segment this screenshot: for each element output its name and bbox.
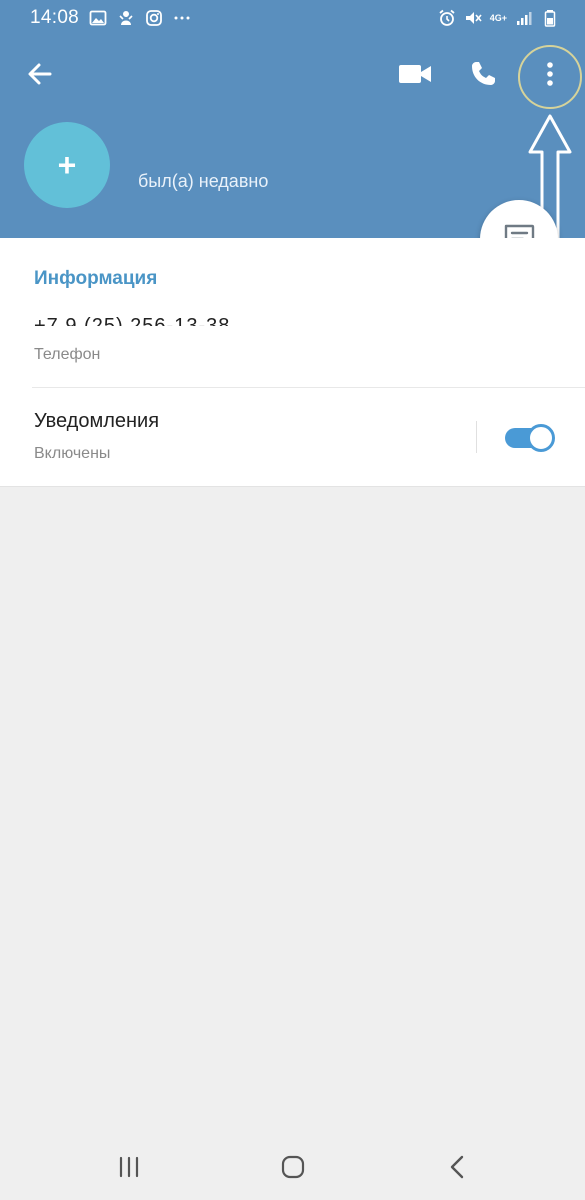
phone-number[interactable]: +7 9 (25) 256-13-38 [34,312,230,326]
status-time: 14:08 [30,7,80,28]
back-button[interactable] [16,50,64,98]
back-arrow-icon [28,63,52,85]
notifications-status: Включены [34,445,111,462]
phone-icon [472,62,495,85]
notification-icon [119,11,133,25]
more-options-button[interactable] [526,50,574,98]
gallery-icon [89,10,107,26]
instagram-icon [146,10,162,26]
notifications-title[interactable]: Уведомления [34,410,159,433]
network-type: 4G+ [489,12,507,23]
home-icon [281,1155,305,1179]
more-vertical-icon [547,62,553,86]
recents-icon [119,1156,139,1178]
avatar-symbol: + [57,146,77,183]
status-left: 14:08 [30,7,191,29]
system-back-button[interactable] [432,1142,482,1192]
vertical-separator [476,421,477,453]
battery-icon [544,10,556,27]
contact-profile-screen: 14:08 4G+ + был(а) недавно Информация +7… [0,0,585,1200]
divider [32,387,585,388]
more-dots-icon [174,16,190,20]
video-call-button[interactable] [391,50,439,98]
info-section-title: Информация [34,268,158,289]
status-bar: 14:08 4G+ [0,0,585,36]
video-call-icon [399,65,431,83]
signal-icon [517,12,532,25]
alarm-icon [439,9,455,26]
avatar[interactable]: + [24,122,110,208]
home-button[interactable] [268,1142,318,1192]
notifications-toggle[interactable] [505,424,555,452]
call-button[interactable] [459,50,507,98]
system-nav-bar [0,1134,585,1200]
last-seen-status: был(а) недавно [138,171,269,191]
phone-label: Телефон [34,346,101,363]
info-card: Информация +7 9 (25) 256-13-38 Телефон У… [0,238,585,487]
status-right: 4G+ [438,9,559,27]
toggle-knob [527,424,555,452]
recents-button[interactable] [104,1142,154,1192]
mute-icon [465,12,482,24]
back-icon [450,1155,464,1179]
